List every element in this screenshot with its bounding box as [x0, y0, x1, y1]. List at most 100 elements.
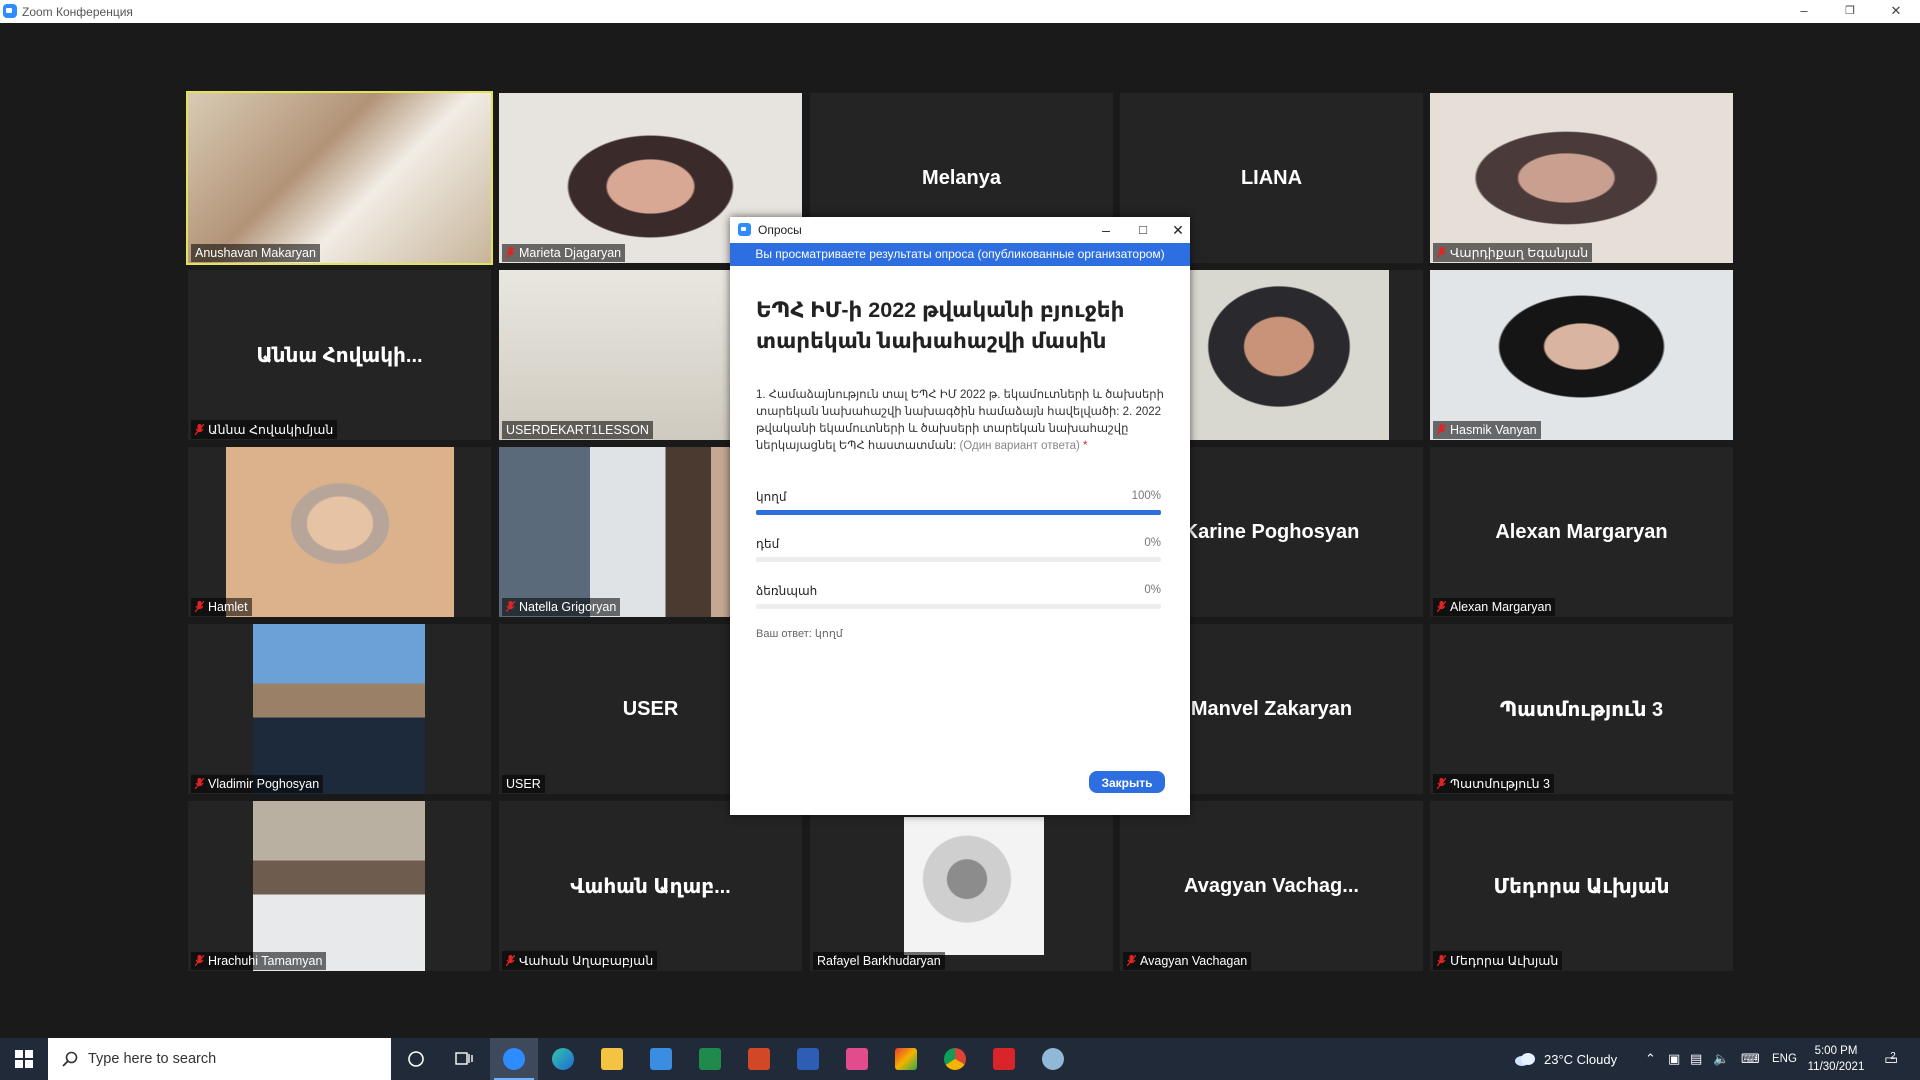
window-title: Zoom Конференция: [22, 5, 133, 19]
store-icon: [650, 1048, 672, 1070]
option-percent: 100%: [1131, 490, 1161, 502]
close-icon[interactable]: ✕: [1167, 219, 1189, 241]
maximize-icon[interactable]: □: [1132, 219, 1154, 241]
windows-taskbar: Type here to search 23°C Cloudy ⌃ ▣ ▤ 🔈 …: [0, 1038, 1920, 1080]
taskbar-app-paint-tool[interactable]: [1029, 1038, 1077, 1080]
muted-mic-icon: [1437, 424, 1446, 435]
required-mark: *: [1083, 440, 1088, 452]
tray-icon-keyboard[interactable]: ⌨: [1741, 1038, 1760, 1080]
cortana-icon: [408, 1051, 424, 1067]
excel-icon: [699, 1048, 721, 1070]
participant-name: Պատմություն 3: [1450, 777, 1550, 791]
option-percent: 0%: [1144, 584, 1161, 596]
action-center-button[interactable]: ▭ 2: [1884, 1038, 1904, 1080]
participant-name-label: Natella Grigoryan: [502, 598, 621, 616]
muted-mic-icon: [195, 778, 204, 789]
muted-mic-icon: [195, 424, 204, 435]
participant-name: Anushavan Makaryan: [195, 246, 316, 260]
participant-display-name: Avagyan Vachag...: [1184, 874, 1359, 897]
tray-icon-network[interactable]: ▤: [1690, 1038, 1702, 1080]
poll-question: 1. Համաձայնություն տալ ԵՊՀ ԻՄ 2022 թ. եկ…: [756, 387, 1166, 455]
cortana-button[interactable]: [392, 1038, 440, 1080]
muted-mic-icon: [195, 601, 204, 612]
participant-tile[interactable]: Vladimir Poghosyan: [188, 624, 491, 794]
input-language[interactable]: ENG: [1772, 1038, 1797, 1080]
taskbar-search-box[interactable]: Type here to search: [48, 1038, 391, 1080]
taskbar-app-edge[interactable]: [539, 1038, 587, 1080]
participant-tile[interactable]: Hrachuhi Tamamyan: [188, 801, 491, 971]
participant-tile[interactable]: Վահան Աղաբ... Վահան Աղաբաբյան: [499, 801, 802, 971]
weather-text: 23°C Cloudy: [1544, 1051, 1618, 1067]
participant-display-name: Պատմություն 3: [1499, 698, 1664, 721]
participant-tile[interactable]: Աննա Հովակի... Աննա Հովակիմյան: [188, 270, 491, 440]
taskbar-app-powerpoint[interactable]: [735, 1038, 783, 1080]
tray-icon-meet[interactable]: ▣: [1668, 1038, 1680, 1080]
zoom-logo-icon: [738, 223, 751, 236]
participant-tile[interactable]: Alexan Margaryan Alexan Margaryan: [1430, 447, 1733, 617]
taskbar-app-acrobat[interactable]: [833, 1038, 881, 1080]
minimize-icon[interactable]: –: [1781, 0, 1827, 23]
task-view-icon: [455, 1052, 473, 1065]
pdf-icon: [993, 1048, 1015, 1070]
taskbar-clock[interactable]: 5:00 PM 11/30/2021: [1796, 1043, 1876, 1075]
participant-name: USERDEKART1LESSON: [506, 423, 649, 437]
option-progress-track: [756, 510, 1161, 515]
tray-chevron[interactable]: ⌃: [1645, 1038, 1656, 1080]
taskbar-app-word[interactable]: [784, 1038, 832, 1080]
taskbar-app-paint[interactable]: [882, 1038, 930, 1080]
participant-name: Մեդորա Աւխյան: [1450, 954, 1559, 968]
participant-video: [1189, 270, 1389, 440]
start-button[interactable]: [0, 1038, 48, 1080]
taskbar-app-chrome[interactable]: [931, 1038, 979, 1080]
participant-tile[interactable]: Hamlet: [188, 447, 491, 617]
participant-name-label: Alexan Margaryan: [1433, 598, 1556, 616]
taskbar-app-zoom[interactable]: [490, 1038, 538, 1080]
participant-video: [226, 447, 454, 617]
participant-name: USER: [506, 777, 541, 791]
participant-name: Hamlet: [208, 600, 248, 614]
weather-widget[interactable]: 23°C Cloudy: [1514, 1038, 1617, 1080]
participant-name-label: USER: [502, 775, 545, 793]
close-poll-button[interactable]: Закрыть: [1089, 771, 1165, 793]
restore-icon[interactable]: ❐: [1827, 0, 1873, 23]
network-icon: ▤: [1690, 1051, 1703, 1066]
task-view-button[interactable]: [440, 1038, 488, 1080]
poll-question-hint: (Один вариант ответа): [959, 440, 1080, 452]
participant-name-label: Vladimir Poghosyan: [191, 775, 324, 793]
participant-tile[interactable]: Մեդորա Աւխյան Մեդորա Աւխյան: [1430, 801, 1733, 971]
muted-mic-icon: [506, 955, 515, 966]
participant-tile[interactable]: Hasmik Vanyan: [1430, 270, 1733, 440]
participant-name-label: Պատմություն 3: [1433, 774, 1554, 793]
speaker-icon: 🔈: [1713, 1051, 1730, 1066]
option-label: դեմ: [756, 537, 780, 551]
close-icon[interactable]: ✕: [1873, 0, 1919, 23]
palette-icon: [1042, 1048, 1064, 1070]
acrobat-icon: [846, 1048, 868, 1070]
participant-name: Վարդիքաղ Եգանյան: [1450, 246, 1589, 260]
participant-tile[interactable]: Վարդիքաղ Եգանյան: [1430, 93, 1733, 263]
windows-logo-icon: [15, 1050, 33, 1068]
participant-tile[interactable]: Պատմություն 3 Պատմություն 3: [1430, 624, 1733, 794]
taskbar-app-file-explorer[interactable]: [588, 1038, 636, 1080]
option-progress-track: [756, 604, 1161, 609]
participant-name-label: Վահան Աղաբաբյան: [502, 951, 658, 970]
tray-icon-volume[interactable]: 🔈: [1713, 1038, 1729, 1080]
taskbar-app-store[interactable]: [637, 1038, 685, 1080]
your-answer: Ваш ответ: կողմ: [756, 628, 843, 640]
participant-name: Avagyan Vachagan: [1140, 954, 1248, 968]
participant-video: [904, 817, 1044, 955]
participant-tile[interactable]: Rafayel Barkhudaryan: [810, 801, 1113, 971]
powerpoint-icon: [748, 1048, 770, 1070]
participant-display-name: Վահան Աղաբ...: [570, 875, 731, 898]
participant-tile[interactable]: Avagyan Vachag... Avagyan Vachagan: [1120, 801, 1423, 971]
minimize-icon[interactable]: –: [1095, 219, 1117, 241]
taskbar-app-pdf-reader[interactable]: [980, 1038, 1028, 1080]
participant-display-name: Աննա Հովակի...: [256, 344, 423, 367]
participant-tile[interactable]: Anushavan Makaryan: [186, 91, 493, 265]
poll-status-banner: Вы просматриваете результаты опроса (опу…: [730, 243, 1190, 266]
participant-name-label: Աննա Հովակիմյան: [191, 420, 338, 439]
poll-result-option: կողմ 100%: [756, 490, 1161, 524]
taskbar-app-excel[interactable]: [686, 1038, 734, 1080]
muted-mic-icon: [506, 601, 515, 612]
poll-title: ԵՊՀ ԻՄ-ի 2022 թվականի բյուջեի տարեկան նա…: [756, 298, 1125, 353]
